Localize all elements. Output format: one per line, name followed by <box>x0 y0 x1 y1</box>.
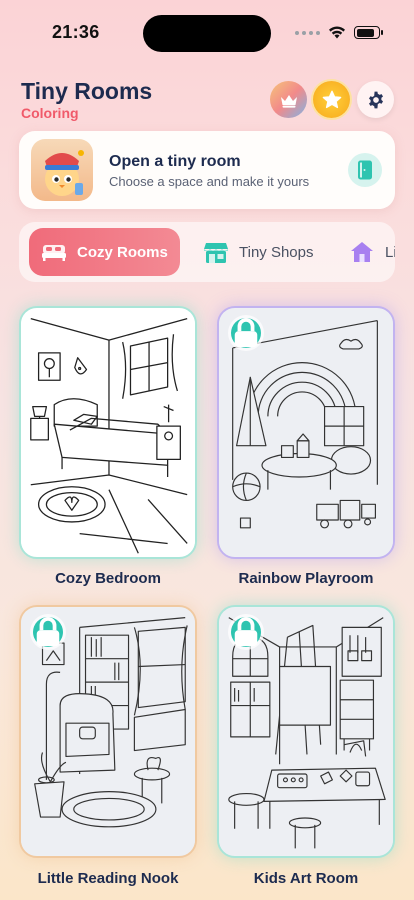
room-card-kids-art-room[interactable] <box>217 605 395 858</box>
premium-button[interactable] <box>270 81 307 118</box>
star-icon <box>322 90 341 108</box>
room-card-rainbow-playroom[interactable] <box>217 306 395 559</box>
room-label: Cozy Bedroom <box>55 570 161 587</box>
system-icons <box>295 26 383 39</box>
room-card-little-reading-nook[interactable] <box>19 605 197 858</box>
tab-label: Tiny Shops <box>239 243 314 261</box>
open-room-button[interactable] <box>348 153 382 187</box>
tab-label: Cozy Rooms <box>77 243 168 261</box>
shop-icon <box>203 239 229 265</box>
category-tabs: Cozy Rooms Tiny Shops Li <box>19 222 395 282</box>
lock-icon <box>231 617 261 647</box>
settings-button[interactable] <box>357 81 394 118</box>
promo-subtitle: Choose a space and make it yours <box>109 174 310 189</box>
tab-little-homes[interactable]: Li <box>337 228 395 276</box>
battery-icon <box>354 26 383 39</box>
bed-icon <box>41 239 67 265</box>
crown-icon <box>280 94 297 108</box>
tab-cozy-rooms[interactable]: Cozy Rooms <box>29 228 180 276</box>
dynamic-island <box>143 15 271 52</box>
tab-tiny-shops[interactable]: Tiny Shops <box>191 228 325 276</box>
signal-icon <box>295 30 320 35</box>
rewards-button[interactable] <box>313 81 350 118</box>
lock-icon <box>33 617 63 647</box>
app-subtitle: Coloring <box>21 105 79 121</box>
house-icon <box>349 239 375 265</box>
status-bar: 21:36 <box>0 0 414 60</box>
status-time: 21:36 <box>52 22 100 42</box>
room-label: Little Reading Nook <box>37 870 179 887</box>
mascot-image <box>31 139 93 201</box>
lock-icon <box>231 318 261 348</box>
open-room-card[interactable]: Open a tiny room Choose a space and make… <box>19 131 395 209</box>
promo-title: Open a tiny room <box>109 153 241 170</box>
wifi-icon <box>329 26 345 39</box>
app-title: Tiny Rooms <box>21 78 153 104</box>
door-icon <box>358 160 372 180</box>
tab-label: Li <box>385 243 395 261</box>
room-card-cozy-bedroom[interactable] <box>19 306 197 559</box>
room-label: Rainbow Playroom <box>238 570 374 587</box>
room-label: Kids Art Room <box>253 870 359 887</box>
gear-icon <box>368 91 383 108</box>
